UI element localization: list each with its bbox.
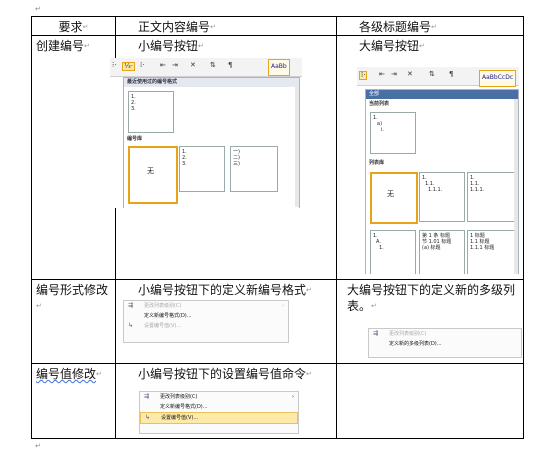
increase-indent-icon[interactable]: ⇥ bbox=[391, 71, 397, 78]
multilevel-list-icon[interactable]: ⁞· bbox=[359, 71, 368, 80]
lib-format-box[interactable]: 一) 二) 三) bbox=[230, 146, 278, 192]
decrease-indent-icon[interactable]: ⇤ bbox=[160, 62, 166, 69]
header-requirement: 要求↵ bbox=[31, 16, 116, 36]
multilevel-context-menu: ⇶ 更改列表级别(C) 定义新的多级列表(D)... bbox=[368, 328, 522, 358]
lib-list-box[interactable]: 1. A. 1. bbox=[370, 230, 416, 274]
paragraph-mark: ↵ bbox=[35, 442, 41, 450]
menu-item-define-format[interactable]: 定义新编号格式(D)... bbox=[140, 402, 298, 412]
lib-list-box[interactable]: 1. 1.1. 1.1.1. bbox=[419, 172, 465, 222]
scrollbar[interactable] bbox=[514, 99, 518, 274]
chinese-layout-icon[interactable]: ✕ bbox=[190, 62, 196, 69]
menu-item-change-level[interactable]: ⇶ 更改列表级别(C) › bbox=[124, 301, 288, 311]
style-preview[interactable]: AaBb bbox=[268, 59, 290, 76]
numbering-icon[interactable]: ⅓· bbox=[122, 62, 136, 71]
list-filter-dropdown[interactable]: 全部 bbox=[366, 90, 518, 99]
increase-indent-icon[interactable]: ⇥ bbox=[172, 62, 178, 69]
menu-item-change-level[interactable]: ⇶ 更改列表级别(C) bbox=[369, 329, 521, 339]
cell-format-change: 编号形式修改↵ bbox=[31, 279, 116, 364]
sort-icon[interactable]: ⇅ bbox=[210, 62, 216, 69]
list-level-icon: ⇶ bbox=[373, 330, 379, 337]
lib-list-box[interactable]: 1 标题 1.1 标题 1.1.1 标题 bbox=[467, 230, 515, 274]
list-level-icon: ⇶ bbox=[144, 393, 150, 400]
current-list-title: 当前列表 bbox=[369, 101, 390, 107]
bullets-icon[interactable]: ⁝· bbox=[112, 62, 116, 69]
ribbon-bar: ⁝· ⅓· ⁞· ⇤ ⇥ ✕ ⇅ ¶ AaBb bbox=[110, 58, 302, 77]
set-value-icon: ↳ bbox=[145, 414, 151, 421]
show-marks-icon[interactable]: ¶ bbox=[228, 62, 232, 69]
lib-format-box[interactable]: 1. 2. 3. bbox=[179, 146, 225, 192]
paragraph-mark: ↵ bbox=[35, 5, 41, 13]
menu-item-change-level[interactable]: ⇶ 更改列表级别(C) › bbox=[140, 392, 298, 402]
none-format-box[interactable]: 无 bbox=[128, 146, 178, 204]
header-body-numbering: 正文内容编号↵ bbox=[115, 16, 337, 36]
sort-icon[interactable]: ⇅ bbox=[429, 71, 435, 78]
multilevel-list-dropdown-shot: ⁞· ⇤ ⇥ ✕ ⇅ ¶ AaBbCcDc 全部 当前列表 1. a) i. 列… bbox=[357, 67, 519, 274]
lib-list-box[interactable]: 第 1 条 标题 节 1.01 标题 (a) 标题 bbox=[419, 230, 465, 274]
submenu-arrow-icon: › bbox=[292, 394, 294, 400]
list-level-icon: ⇶ bbox=[128, 302, 134, 309]
cell-empty bbox=[336, 363, 524, 439]
set-value-icon: ↳ bbox=[128, 322, 134, 329]
none-list-box[interactable]: 无 bbox=[370, 172, 418, 224]
menu-item-define-multilevel[interactable]: 定义新的多级列表(D)... bbox=[369, 339, 521, 349]
numbering-context-menu: ⇶ 更改列表级别(C) › 定义新编号格式(D)... ↳ 设置编号值(V)..… bbox=[123, 300, 289, 343]
small-numbering-dropdown-shot: ⁝· ⅓· ⁞· ⇤ ⇥ ✕ ⇅ ¶ AaBb 最近使用过的编号格式 1. 2.… bbox=[110, 58, 302, 208]
cell-create-numbering: 创建编号↵ bbox=[31, 35, 116, 280]
menu-item-define-format[interactable]: 定义新编号格式(D)... bbox=[124, 311, 288, 321]
chinese-layout-icon[interactable]: ✕ bbox=[407, 71, 413, 78]
submenu-arrow-icon: › bbox=[282, 303, 284, 309]
list-library-title: 列表库 bbox=[369, 160, 385, 166]
current-list-box[interactable]: 1. a) i. bbox=[370, 112, 416, 154]
ribbon-bar: ⁞· ⇤ ⇥ ✕ ⇅ ¶ AaBbCcDc bbox=[357, 67, 519, 87]
menu-item-set-value[interactable]: ↳ 设置编号值(V)... bbox=[140, 412, 298, 424]
cell-value-change: 编号值修改↵ bbox=[31, 363, 116, 439]
lib-list-box[interactable]: 1. 1.1. 1.1.1. bbox=[467, 172, 515, 222]
library-title: 编号库 bbox=[127, 136, 143, 142]
multilevel-list-icon[interactable]: ⁞· bbox=[140, 62, 144, 69]
recent-format-box[interactable]: 1. 2. 3. bbox=[128, 91, 174, 133]
style-preview[interactable]: AaBbCcDc bbox=[479, 70, 517, 87]
panel-title: 最近使用过的编号格式 bbox=[124, 78, 299, 87]
show-marks-icon[interactable]: ¶ bbox=[449, 71, 453, 78]
scrollbar[interactable] bbox=[295, 87, 299, 207]
menu-item-set-value[interactable]: ↳ 设置编号值(V)... bbox=[124, 321, 288, 331]
numbering-panel: 最近使用过的编号格式 1. 2. 3. 编号库 无 1. 2. 3. 一) 二)… bbox=[123, 77, 300, 208]
multilevel-panel: 全部 当前列表 1. a) i. 列表库 无 1. 1.1. 1.1.1. 1.… bbox=[365, 89, 519, 274]
decrease-indent-icon[interactable]: ⇤ bbox=[379, 71, 385, 78]
header-heading-numbering: 各级标题编号↵ bbox=[336, 16, 524, 36]
set-value-context-menu: ⇶ 更改列表级别(C) › 定义新编号格式(D)... ↳ 设置编号值(V)..… bbox=[139, 391, 299, 434]
table-header-row: 要求↵ 正文内容编号↵ 各级标题编号↵ bbox=[31, 16, 524, 36]
